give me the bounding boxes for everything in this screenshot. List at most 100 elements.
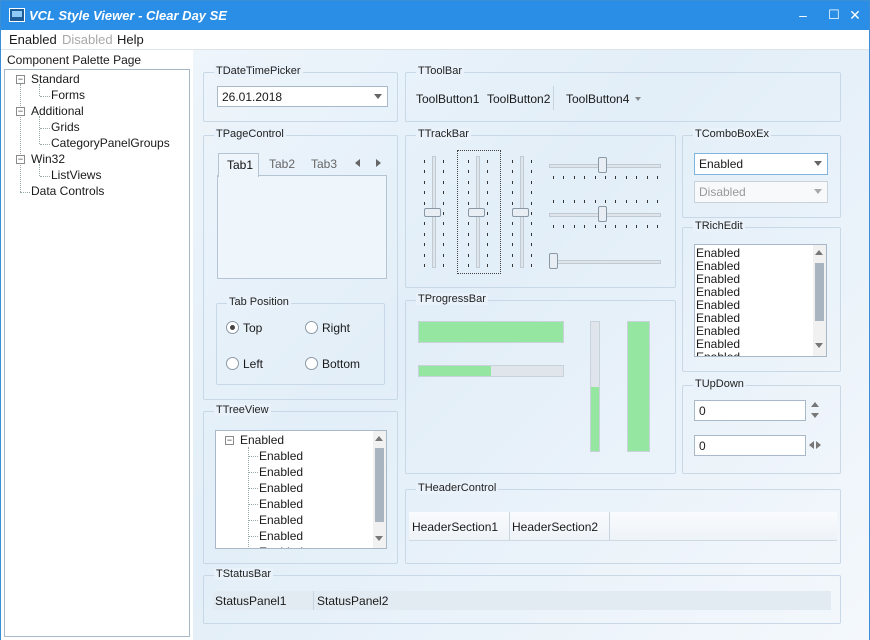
- tab-scroll-left-icon[interactable]: [355, 159, 360, 167]
- treeview-item[interactable]: Enabled: [259, 465, 303, 479]
- tick-mark: [468, 253, 469, 257]
- menu-enabled[interactable]: Enabled: [9, 32, 57, 47]
- toolbutton1[interactable]: ToolButton1: [416, 92, 479, 106]
- combo-enabled[interactable]: Enabled: [694, 153, 828, 175]
- treeview-box[interactable]: − Enabled Enabled Enabled Enabled Enabled En…: [215, 430, 387, 549]
- tick-mark: [424, 160, 425, 163]
- minimize-button[interactable]: –: [793, 5, 813, 25]
- radio-left-label: Left: [243, 357, 264, 371]
- toolbutton4-dropdown-icon[interactable]: [635, 97, 641, 101]
- header-section-2[interactable]: HeaderSection2: [512, 520, 598, 534]
- updown-left-icon[interactable]: [809, 441, 814, 449]
- tree-item-grids[interactable]: Grids: [51, 120, 80, 134]
- updown-up-icon[interactable]: [811, 402, 819, 407]
- scroll-down-icon[interactable]: [815, 343, 823, 348]
- treeview-root[interactable]: Enabled: [240, 433, 284, 447]
- pagecontrol-group: TPageControl Tab1 Tab2 Tab3 Tab Position…: [203, 128, 398, 400]
- expander-standard[interactable]: −: [16, 75, 25, 84]
- title-bar: VCL Style Viewer - Clear Day SE – ☐ ✕: [1, 1, 869, 30]
- tree-item-data-controls[interactable]: Data Controls: [31, 184, 104, 198]
- tick-mark: [487, 191, 488, 195]
- expander-win32[interactable]: −: [16, 155, 25, 164]
- tick-mark: [646, 200, 648, 203]
- tick-mark: [636, 176, 638, 179]
- tick-mark: [443, 222, 444, 226]
- horizontal-trackbar-thumb[interactable]: [549, 253, 558, 269]
- vertical-trackbar-thumb[interactable]: [512, 208, 529, 217]
- tick-mark: [468, 264, 469, 267]
- menu-disabled[interactable]: Disabled: [62, 32, 113, 47]
- horizontal-trackbar-thumb[interactable]: [598, 206, 607, 222]
- treeview-item[interactable]: Enabled: [259, 513, 303, 527]
- tree-item-win32[interactable]: Win32: [31, 152, 65, 166]
- status-panel-1: StatusPanel1: [215, 594, 287, 608]
- updown-down-icon[interactable]: [811, 413, 819, 418]
- richedit-box[interactable]: Enabled Enabled Enabled Enabled Enabled Enabl…: [694, 244, 827, 357]
- radio-left[interactable]: [226, 357, 239, 370]
- tab-tab1[interactable]: Tab1: [218, 153, 259, 177]
- datetimepicker-caption: TDateTimePicker: [214, 65, 303, 77]
- tab-scroll-right-icon[interactable]: [376, 159, 381, 167]
- toolbar-group: TToolBar ToolButton1 ToolButton2 ToolBut…: [405, 65, 841, 122]
- updown-edit-1[interactable]: 0: [694, 400, 806, 421]
- tick-mark: [468, 232, 469, 236]
- tick-mark: [512, 180, 513, 184]
- treeview-item[interactable]: Enabled: [259, 481, 303, 495]
- updown-right-icon[interactable]: [816, 441, 821, 449]
- horizontal-trackbar-thumb[interactable]: [598, 157, 607, 173]
- tree-item-standard[interactable]: Standard: [31, 72, 80, 86]
- tab-tab3[interactable]: Tab3: [311, 157, 337, 171]
- component-tree[interactable]: − Standard Forms − Additional Grids Cate…: [4, 69, 190, 637]
- radio-right[interactable]: [305, 321, 318, 334]
- tick-mark: [487, 201, 488, 205]
- tick-mark: [563, 176, 565, 179]
- scroll-thumb[interactable]: [815, 263, 824, 321]
- scroll-thumb[interactable]: [375, 448, 384, 522]
- scroll-up-icon[interactable]: [375, 436, 383, 441]
- tick-mark: [443, 201, 444, 205]
- main-panel: TDateTimePicker 26.01.2018 TToolBar Tool…: [193, 50, 869, 640]
- treeview-item[interactable]: Enabled: [259, 545, 303, 548]
- vertical-trackbar-thumb[interactable]: [468, 208, 485, 217]
- treeview-item[interactable]: Enabled: [259, 449, 303, 463]
- richedit-group: TRichEdit Enabled Enabled Enabled Enabled En…: [682, 220, 841, 372]
- richedit-line: Enabled: [696, 285, 741, 299]
- vertical-trackbar-thumb[interactable]: [424, 208, 441, 217]
- richedit-caption: TRichEdit: [693, 220, 745, 232]
- richedit-scrollbar[interactable]: [813, 245, 826, 356]
- tick-mark: [531, 201, 532, 205]
- tree-item-additional[interactable]: Additional: [31, 104, 84, 118]
- sidebar: Component Palette Page − Standard Forms …: [1, 50, 193, 640]
- scroll-up-icon[interactable]: [815, 250, 823, 255]
- tab-tab2[interactable]: Tab2: [269, 157, 295, 171]
- treeview-scrollbar[interactable]: [373, 431, 386, 548]
- menu-help[interactable]: Help: [117, 32, 144, 47]
- tick-mark: [563, 225, 565, 228]
- header-section-1[interactable]: HeaderSection1: [412, 520, 498, 534]
- toolbutton2[interactable]: ToolButton2: [487, 92, 550, 106]
- progress-bar: [627, 321, 650, 452]
- treeview-expander[interactable]: −: [225, 436, 234, 445]
- maximize-button[interactable]: ☐: [824, 5, 844, 25]
- radio-bottom[interactable]: [305, 357, 318, 370]
- treeview-item[interactable]: Enabled: [259, 497, 303, 511]
- toolbutton4[interactable]: ToolButton4: [566, 92, 629, 106]
- tick-mark: [594, 200, 596, 203]
- tree-item-forms[interactable]: Forms: [51, 88, 85, 102]
- toolbar-separator: [553, 86, 554, 110]
- radio-top[interactable]: [226, 321, 239, 334]
- tree-connector: [249, 456, 258, 457]
- expander-additional[interactable]: −: [16, 107, 25, 116]
- tree-connector: [249, 488, 258, 489]
- updown-value-1: 0: [699, 404, 706, 418]
- statusbar-group: TStatusBar StatusPanel1 StatusPanel2: [203, 568, 841, 624]
- tree-item-listviews[interactable]: ListViews: [51, 168, 101, 182]
- updown-edit-2[interactable]: 0: [694, 435, 806, 456]
- scroll-down-icon[interactable]: [375, 536, 383, 541]
- tick-mark: [443, 191, 444, 195]
- date-picker[interactable]: 26.01.2018: [217, 86, 388, 107]
- treeview-item[interactable]: Enabled: [259, 529, 303, 543]
- tree-item-categorypanelgroups[interactable]: CategoryPanelGroups: [51, 136, 170, 150]
- tick-mark: [646, 176, 648, 179]
- close-button[interactable]: ✕: [845, 5, 865, 25]
